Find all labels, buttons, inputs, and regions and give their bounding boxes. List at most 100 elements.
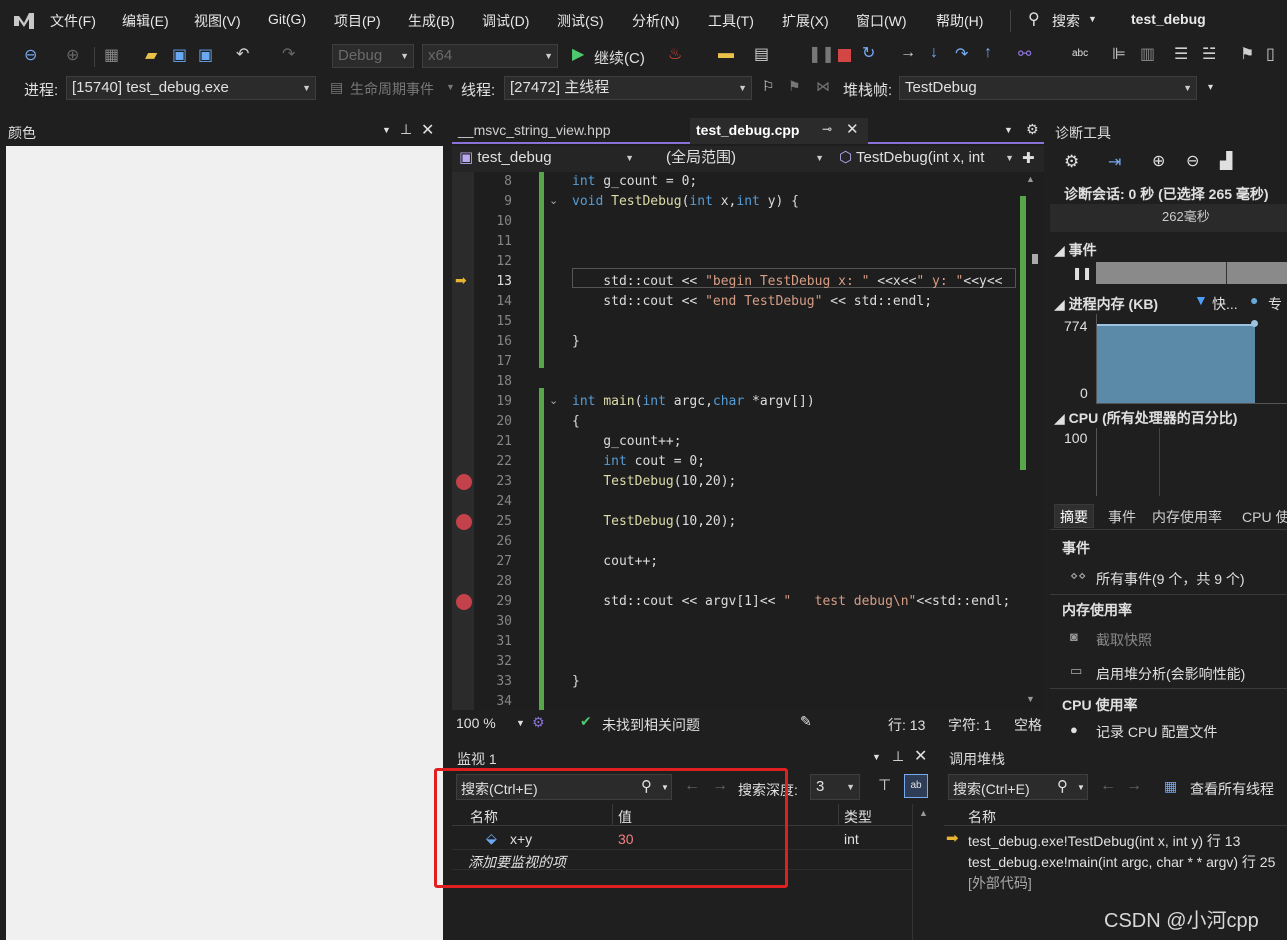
- scroll-thumb[interactable]: [1032, 254, 1038, 264]
- pause-icon[interactable]: ❚❚: [808, 44, 835, 64]
- chevron-down-icon[interactable]: ▼: [1077, 783, 1085, 792]
- platform-dropdown[interactable]: x64 ▼: [422, 44, 558, 68]
- code-map-icon[interactable]: ⚯: [1018, 44, 1031, 64]
- folder-icon[interactable]: ▬: [718, 45, 734, 63]
- code-line[interactable]: [572, 372, 1018, 392]
- code-line[interactable]: [572, 492, 1018, 512]
- callstack-row[interactable]: test_debug.exe!main(int argc, char * * a…: [968, 852, 1275, 872]
- code-line[interactable]: int main(int argc,char *argv[]): [572, 392, 1018, 412]
- pause-icon[interactable]: ❚❚: [1072, 266, 1092, 280]
- menu-project[interactable]: 项目(P): [334, 11, 381, 31]
- more-icon[interactable]: ▯: [1266, 44, 1275, 64]
- code-line[interactable]: cout++;: [572, 552, 1018, 572]
- code-line[interactable]: [572, 312, 1018, 332]
- spell-check-icon[interactable]: abc: [1072, 48, 1088, 59]
- search-menu[interactable]: 搜索: [1052, 11, 1080, 31]
- parallel-icon[interactable]: ⋈: [816, 78, 830, 95]
- view-all-threads-button[interactable]: 查看所有线程: [1190, 779, 1274, 799]
- chevron-down-icon[interactable]: ▼: [872, 752, 881, 762]
- cpu-chart[interactable]: [1096, 428, 1287, 496]
- code-line[interactable]: [572, 692, 1018, 712]
- hot-reload-icon[interactable]: ♨: [668, 44, 682, 64]
- split-icon[interactable]: ✚: [1022, 149, 1035, 167]
- layout-icon[interactable]: ▤: [754, 44, 769, 64]
- code-line[interactable]: TestDebug(10,20);: [572, 472, 1018, 492]
- chevron-down-icon[interactable]: ▼: [516, 718, 525, 728]
- tab-cpu[interactable]: CPU 使: [1236, 504, 1287, 528]
- callstack-search-input[interactable]: 搜索(Ctrl+E) ⚲ ▼: [948, 774, 1088, 800]
- code-line[interactable]: [572, 232, 1018, 252]
- redo-icon[interactable]: ↷: [282, 44, 295, 64]
- code-line[interactable]: {: [572, 412, 1018, 432]
- thread-dropdown[interactable]: [27472] 主线程 ▼: [504, 76, 752, 100]
- enable-heap-button[interactable]: 启用堆分析(会影响性能): [1096, 664, 1245, 684]
- export-icon[interactable]: ⇥: [1108, 152, 1121, 172]
- continue-button[interactable]: 继续(C): [594, 47, 645, 68]
- code-line[interactable]: g_count++;: [572, 432, 1018, 452]
- pin-icon[interactable]: ⊥: [892, 748, 904, 765]
- memory-chart[interactable]: [1096, 314, 1287, 404]
- scope-dropdown[interactable]: (全局范围) ▼: [642, 147, 828, 171]
- breakpoint-icon[interactable]: [456, 514, 472, 530]
- play-icon[interactable]: ▶: [572, 44, 584, 64]
- code-line[interactable]: [572, 572, 1018, 592]
- flag-threads-icon[interactable]: ⚑: [788, 78, 801, 95]
- code-line[interactable]: std::cout << "end TestDebug" << std::end…: [572, 292, 1018, 312]
- all-events-link[interactable]: 所有事件(9 个，共 9 个): [1096, 569, 1245, 589]
- open-folder-icon[interactable]: ▰: [145, 45, 157, 65]
- forward-icon[interactable]: ⊕: [66, 45, 79, 65]
- uncomment-icon[interactable]: ☱: [1202, 44, 1216, 64]
- tab-events[interactable]: 事件: [1102, 504, 1142, 528]
- search-icon[interactable]: ⚲: [1057, 777, 1068, 795]
- collapse-icon[interactable]: ⌄: [549, 394, 558, 407]
- gear-icon[interactable]: ⚙: [1064, 152, 1079, 172]
- tab-msvc-string-view[interactable]: __msvc_string_view.hpp: [458, 122, 611, 138]
- code-lines[interactable]: 8 int g_count = 0; 9 ⌄ void TestDebug(int x,…: [452, 172, 1020, 712]
- code-line[interactable]: [572, 632, 1018, 652]
- step-over-icon[interactable]: ↷: [955, 44, 968, 64]
- chevron-down-icon[interactable]: ▼: [1004, 125, 1013, 135]
- breakpoint-icon[interactable]: [456, 594, 472, 610]
- col-type[interactable]: 类型: [844, 807, 872, 827]
- record-cpu-button[interactable]: 记录 CPU 配置文件: [1096, 722, 1217, 740]
- undo-icon[interactable]: ↶: [236, 44, 249, 64]
- whitespace-indicator[interactable]: 空格: [1014, 715, 1042, 735]
- col-name[interactable]: 名称: [968, 807, 996, 827]
- flag-icon[interactable]: ⚐: [762, 78, 775, 95]
- issues-status[interactable]: 未找到相关问题: [602, 715, 700, 735]
- close-icon[interactable]: ✕: [846, 120, 859, 138]
- project-dropdown[interactable]: ▣ test_debug ▼: [454, 147, 638, 171]
- new-project-icon[interactable]: ▦: [104, 45, 119, 65]
- menu-test[interactable]: 测试(S): [557, 11, 604, 31]
- comment-icon[interactable]: ☰: [1174, 44, 1188, 64]
- back-icon[interactable]: ⊖: [24, 45, 37, 65]
- breakpoint-align-icon[interactable]: ⊫: [1112, 44, 1126, 64]
- menu-edit[interactable]: 编辑(E): [122, 11, 169, 31]
- menu-build[interactable]: 生成(B): [408, 11, 455, 31]
- menu-tools[interactable]: 工具(T): [708, 11, 754, 31]
- forward-icon[interactable]: →: [1126, 777, 1142, 795]
- lifecycle-icon[interactable]: ▤: [330, 79, 343, 96]
- menu-extensions[interactable]: 扩展(X): [782, 11, 829, 31]
- gear-icon[interactable]: ⚙: [1026, 121, 1039, 138]
- show-next-statement-icon[interactable]: →: [900, 44, 916, 62]
- step-into-icon[interactable]: ↓: [930, 44, 938, 62]
- brush-icon[interactable]: ✎: [800, 713, 812, 730]
- bookmark-icon[interactable]: ⚑: [1240, 44, 1254, 64]
- tab-summary[interactable]: 摘要: [1054, 504, 1094, 528]
- code-line[interactable]: std::cout << "begin TestDebug x: " <<x<<…: [572, 272, 1018, 292]
- stop-icon[interactable]: [838, 49, 851, 62]
- timeline-ruler[interactable]: 262毫秒: [1050, 204, 1287, 232]
- code-line[interactable]: int cout = 0;: [572, 452, 1018, 472]
- scroll-up-icon[interactable]: ▲: [1026, 174, 1035, 184]
- code-line[interactable]: void TestDebug(int x,int y) {: [572, 192, 1018, 212]
- vs-logo-icon[interactable]: [12, 9, 36, 33]
- col-divider[interactable]: [838, 804, 839, 826]
- code-line[interactable]: std::cout << argv[1]<< " test debug\n"<<…: [572, 592, 1018, 612]
- zoom-level[interactable]: 100 %: [456, 715, 496, 731]
- code-line[interactable]: [572, 652, 1018, 672]
- code-line[interactable]: TestDebug(10,20);: [572, 512, 1018, 532]
- code-line[interactable]: }: [572, 332, 1018, 352]
- events-track[interactable]: [1096, 262, 1287, 284]
- code-line[interactable]: [572, 212, 1018, 232]
